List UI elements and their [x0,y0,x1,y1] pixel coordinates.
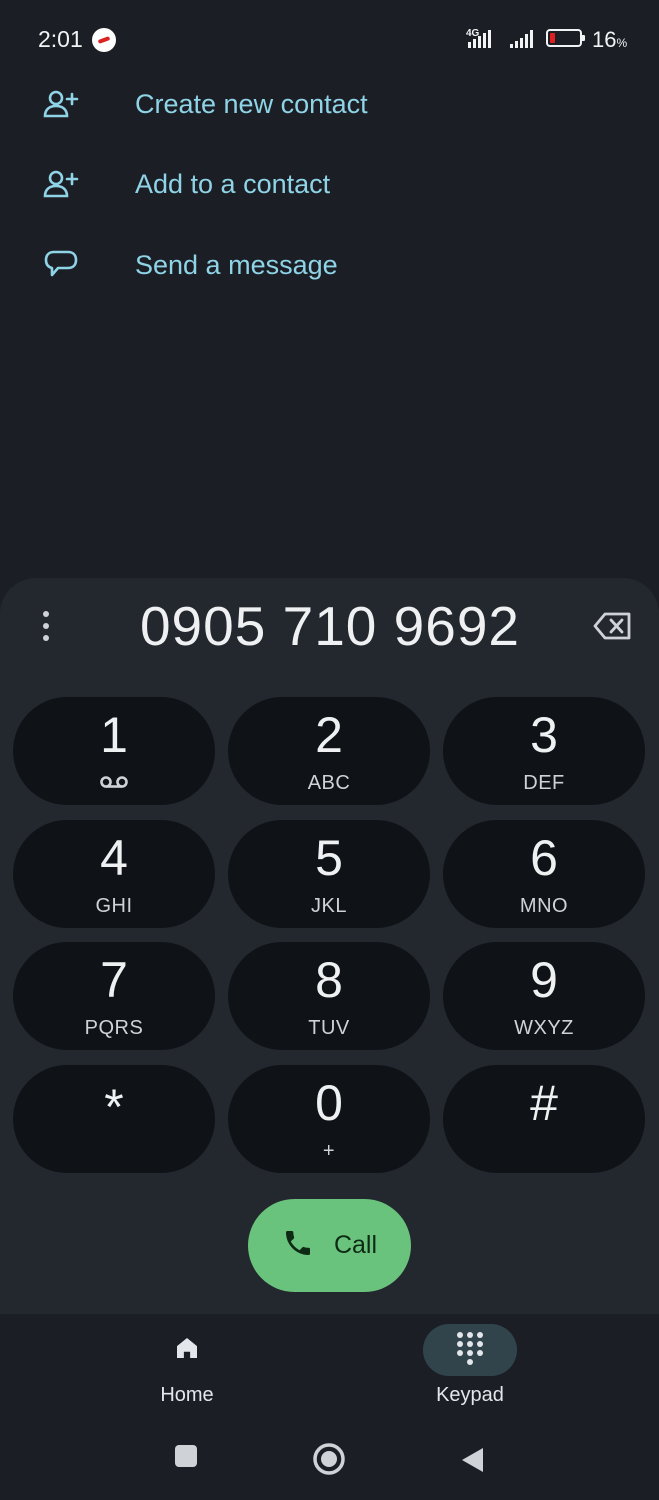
call-label: Call [333,1231,378,1259]
key-5[interactable]: 5 JKL [228,820,430,928]
message-bubble-icon [40,245,96,285]
create-new-contact-action[interactable]: Create new contact [40,74,600,134]
backspace-icon[interactable] [591,608,635,644]
dialed-number[interactable]: 0905 710 9692 [90,594,570,658]
phone-icon [282,1227,314,1264]
home-icon [172,1333,202,1368]
key-6[interactable]: 6 MNO [443,820,645,928]
bottom-navigation: Home Keypad [0,1314,659,1500]
key-3[interactable]: 3 DEF [443,697,645,805]
key-7[interactable]: 7 PQRS [13,942,215,1050]
recent-apps-icon[interactable] [174,1444,198,1473]
more-options-icon[interactable] [30,606,62,646]
home-system-icon[interactable] [312,1442,346,1481]
call-button[interactable]: Call [248,1199,411,1292]
battery-icon [546,29,585,47]
voicemail-icon [13,771,215,795]
key-8[interactable]: 8 TUV [228,942,430,1050]
create-new-contact-label: Create new contact [135,88,368,119]
dialpad-icon [455,1331,485,1370]
home-tab-indicator [140,1324,234,1376]
add-to-contact-label: Add to a contact [135,168,331,199]
tab-home-label: Home [160,1384,214,1406]
key-4[interactable]: 4 GHI [13,820,215,928]
add-to-contact-action[interactable]: Add to a contact [40,154,600,214]
key-0[interactable]: 0 + [228,1065,430,1173]
person-add-icon [40,84,96,124]
back-icon[interactable] [459,1446,485,1479]
key-2[interactable]: 2 ABC [228,697,430,805]
key-9[interactable]: 9 WXYZ [443,942,645,1050]
key-pound[interactable]: # [443,1065,645,1173]
signal-strength-2-icon [510,30,533,48]
person-add-icon [40,164,96,204]
battery-percent: 16% [592,27,628,52]
send-message-label: Send a message [135,249,338,280]
dialpad-sheet: 0905 710 9692 1 2 ABC 3 DEF 4 GHI 5 JKL … [0,578,659,1314]
tab-keypad-label: Keypad [436,1384,504,1406]
status-time: 2:01 [38,26,83,52]
key-star[interactable]: * [13,1065,215,1173]
keypad-tab-indicator [423,1324,517,1376]
signal-strength-icon [468,30,491,48]
tab-keypad[interactable]: Keypad [370,1314,570,1424]
notification-app-icon [92,28,116,52]
send-message-action[interactable]: Send a message [40,235,600,295]
tab-home[interactable]: Home [87,1314,287,1424]
key-1[interactable]: 1 [13,697,215,805]
status-bar: 2:01 4G 16% [0,0,659,80]
